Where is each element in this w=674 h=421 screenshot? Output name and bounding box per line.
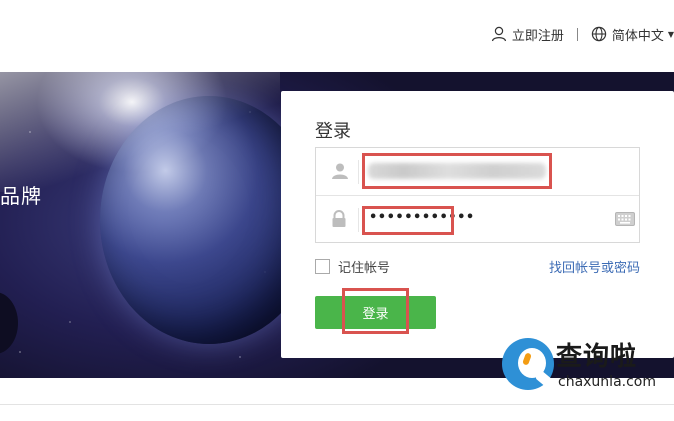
password-row: ••••••••••••	[316, 196, 639, 244]
chevron-down-icon: ▼	[667, 29, 674, 39]
language-selector[interactable]: 简体中文 ▼	[591, 25, 674, 44]
register-label: 立即注册	[511, 28, 564, 44]
forgot-link[interactable]: 找回帐号或密码	[549, 257, 640, 276]
header-divider	[576, 27, 578, 41]
top-links: 立即注册 简体中文 ▼	[491, 24, 674, 44]
account-input[interactable]	[364, 158, 614, 186]
user-icon	[491, 26, 506, 42]
bottom-divider	[0, 404, 674, 405]
top-bar: 立即注册 简体中文 ▼	[0, 0, 674, 72]
watermark-url: chaxunla.com	[558, 374, 656, 390]
field-separator	[358, 208, 359, 232]
watermark: 查询啦 chaxunla.com	[496, 330, 674, 421]
watermark-logo-icon	[502, 338, 554, 390]
register-link[interactable]: 立即注册	[491, 25, 564, 44]
lock-icon	[332, 210, 346, 227]
account-row	[316, 148, 639, 196]
field-separator	[358, 160, 359, 184]
login-title: 登录	[315, 121, 351, 142]
language-label: 简体中文	[611, 28, 664, 44]
banner-slogan: 品牌	[0, 184, 42, 208]
remember-account[interactable]: 记住帐号	[315, 257, 390, 276]
remember-checkbox[interactable]	[315, 259, 330, 274]
remember-label: 记住帐号	[338, 261, 391, 276]
credentials-box: ••••••••••••	[315, 147, 640, 243]
keyboard-icon[interactable]	[615, 212, 635, 226]
user-icon	[332, 163, 348, 179]
globe-icon	[591, 26, 607, 42]
password-input[interactable]: ••••••••••••	[369, 210, 475, 225]
light-glow	[0, 72, 280, 192]
login-button[interactable]: 登录	[315, 296, 436, 329]
login-panel: 登录 •••••••••••• 记住帐号 找回帐号或密码 登录	[281, 91, 674, 358]
watermark-title: 查询啦	[556, 342, 638, 372]
